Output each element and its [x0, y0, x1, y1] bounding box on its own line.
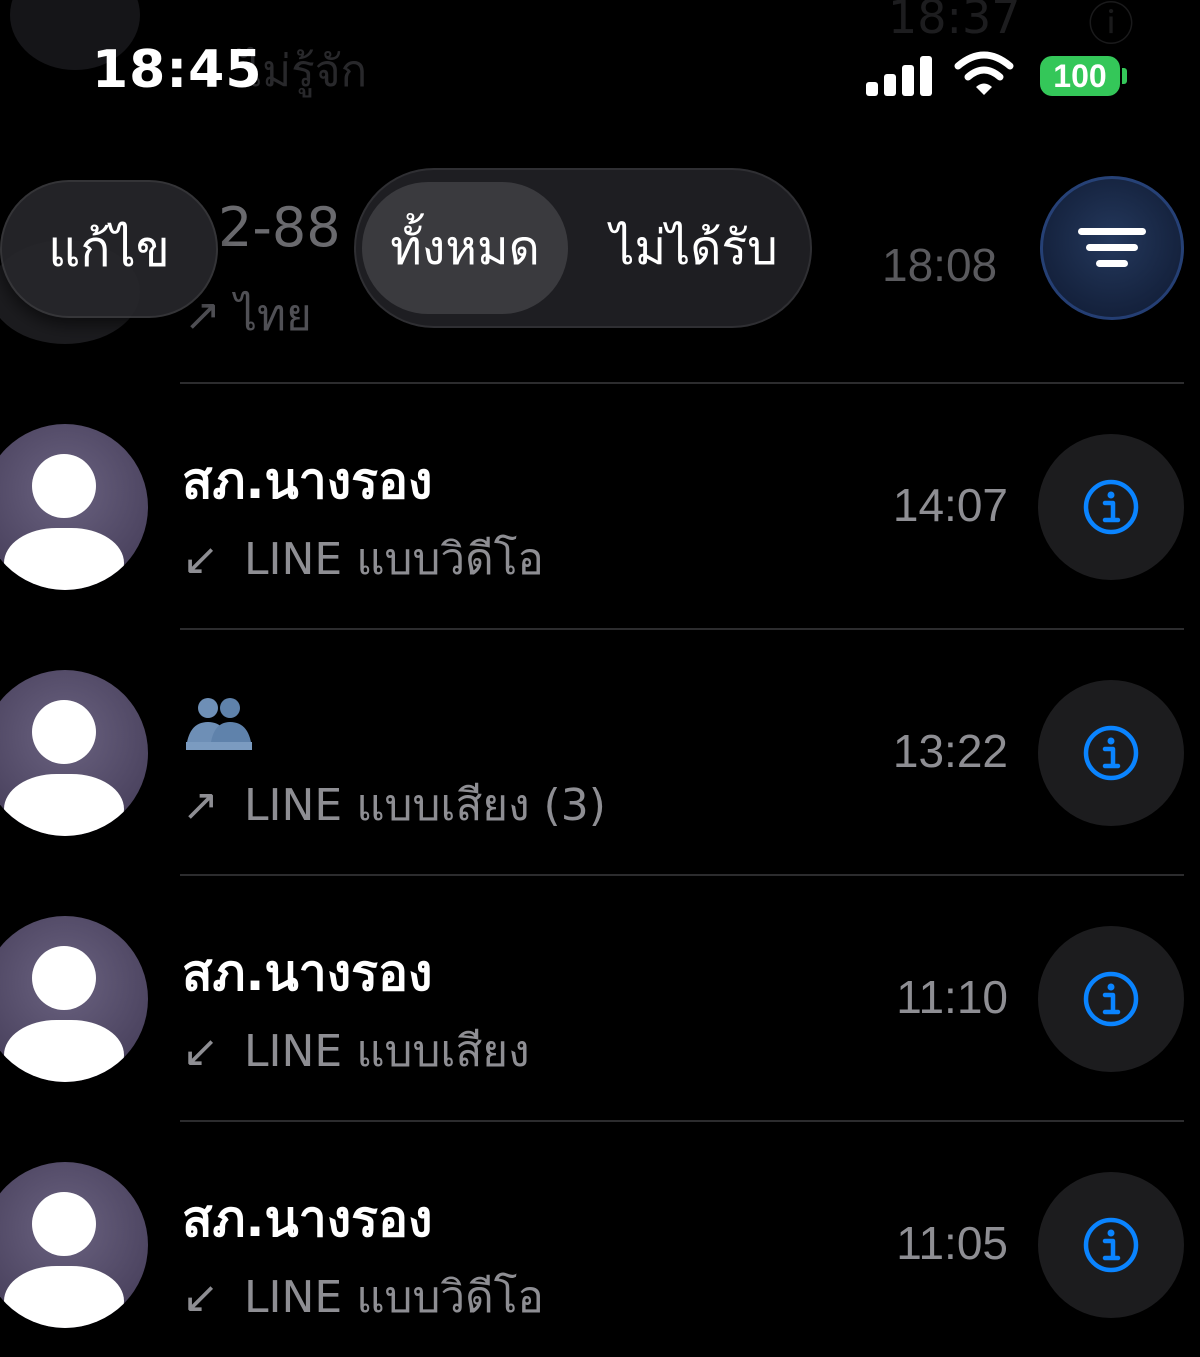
segment-missed[interactable]: ไม่ได้รับ — [586, 182, 802, 314]
row-divider — [180, 1120, 1184, 1122]
status-time: 18:45 — [92, 40, 263, 100]
info-icon — [1083, 725, 1139, 781]
battery-indicator: 100 — [1040, 56, 1120, 96]
contact-name: สภ.นางรอง — [182, 452, 433, 510]
busts-in-silhouette-emoji — [186, 698, 252, 750]
call-detail: ↙ LINE แบบวิดีโอ — [182, 1262, 544, 1332]
battery-cap — [1122, 68, 1127, 84]
incoming-call-arrow-icon: ↙ — [182, 1272, 219, 1323]
info-icon — [1083, 479, 1139, 535]
call-type: LINE แบบเสียง (3) — [244, 780, 606, 831]
info-button[interactable] — [1038, 680, 1184, 826]
contact-name: สภ.นางรอง — [182, 1190, 433, 1248]
call-time: 11:10 — [896, 971, 1008, 1023]
row-divider — [180, 382, 1184, 384]
contact-avatar — [0, 916, 148, 1082]
call-type: LINE แบบเสียง — [244, 1026, 530, 1077]
call-detail: ↗ LINE แบบเสียง (3) — [182, 770, 606, 840]
contact-avatar — [0, 424, 148, 590]
call-row[interactable]: สภ.นางรอง ↙ LINE แบบวิดีโอ 11:05 — [0, 1120, 1200, 1357]
background-call-time: 18:37 — [888, 0, 1021, 44]
outgoing-call-arrow-icon: ↗ — [182, 780, 219, 831]
incoming-call-arrow-icon: ↙ — [182, 534, 219, 585]
info-button[interactable] — [1038, 926, 1184, 1072]
recents-screen: ไม่รู้จัก 18:37 ⓘ 2-88 ↗ ไทย 18:08 18:45… — [0, 0, 1200, 1357]
background-contact-name: 2-88 — [218, 196, 341, 259]
call-detail: ↙ LINE แบบวิดีโอ — [182, 524, 544, 594]
call-type: LINE แบบวิดีโอ — [244, 1272, 544, 1323]
incoming-call-arrow-icon: ↙ — [182, 1026, 219, 1077]
info-button[interactable] — [1038, 434, 1184, 580]
call-row[interactable]: สภ.นางรอง ↙ LINE แบบเสียง 11:10 — [0, 874, 1200, 1120]
info-icon — [1083, 971, 1139, 1027]
info-button[interactable] — [1038, 1172, 1184, 1318]
call-time: 14:07 — [892, 479, 1008, 531]
call-filter-segmented-control: ทั้งหมด ไม่ได้รับ — [354, 168, 812, 328]
filter-lines-icon — [1078, 228, 1146, 267]
contact-name: สภ.นางรอง — [182, 944, 433, 1002]
contact-avatar — [0, 670, 148, 836]
wifi-icon — [954, 51, 1014, 95]
cellular-signal-icon — [866, 54, 936, 96]
contact-avatar — [0, 1162, 148, 1328]
segment-all[interactable]: ทั้งหมด — [362, 182, 568, 314]
call-row[interactable]: ↗ LINE แบบเสียง (3) 13:22 — [0, 628, 1200, 874]
row-divider — [180, 628, 1184, 630]
call-type: LINE แบบวิดีโอ — [244, 534, 544, 585]
first-row-time: 18:08 — [882, 239, 998, 291]
info-icon — [1083, 1217, 1139, 1273]
row-divider — [180, 874, 1184, 876]
call-time: 11:05 — [896, 1217, 1008, 1269]
edit-button[interactable]: แก้ไข — [0, 180, 218, 318]
background-info-icon: ⓘ — [1088, 0, 1134, 51]
filter-button[interactable] — [1040, 176, 1184, 320]
call-detail: ↙ LINE แบบเสียง — [182, 1016, 530, 1086]
call-row[interactable]: สภ.นางรอง ↙ LINE แบบวิดีโอ 14:07 — [0, 382, 1200, 628]
call-time: 13:22 — [892, 725, 1008, 777]
